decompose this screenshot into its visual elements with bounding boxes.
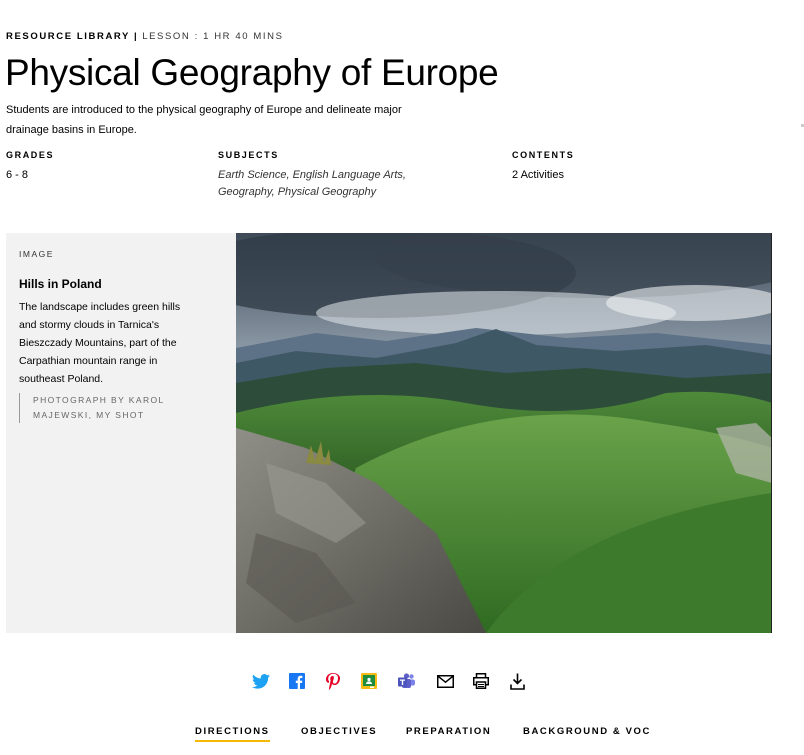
subjects-line-1: Earth Science, English Language Arts, <box>218 169 406 181</box>
facebook-icon[interactable] <box>286 670 308 692</box>
lesson-duration: LESSON : 1 HR 40 MINS <box>142 31 284 42</box>
tab-objectives[interactable]: OBJECTIVES <box>301 726 377 737</box>
grades-label: GRADES <box>6 150 55 160</box>
email-icon[interactable] <box>434 670 456 692</box>
download-icon[interactable] <box>506 670 528 692</box>
grades-value: 6 - 8 <box>6 169 29 181</box>
subjects-value: Earth Science, English Language Arts, Ge… <box>218 167 418 201</box>
contents-value: 2 Activities <box>512 169 564 181</box>
tab-directions[interactable]: DIRECTIONS <box>195 726 270 742</box>
hero-photo[interactable] <box>236 233 772 633</box>
subjects-label: SUBJECTS <box>218 150 279 160</box>
contents-label: CONTENTS <box>512 150 575 160</box>
caption-title: Hills in Poland <box>19 277 102 291</box>
caption-type: IMAGE <box>19 249 54 259</box>
lesson-tabs: DIRECTIONS OBJECTIVES PREPARATION BACKGR… <box>195 726 651 748</box>
pinterest-icon[interactable] <box>322 670 344 692</box>
resource-library-link[interactable]: RESOURCE LIBRARY <box>6 31 130 42</box>
print-icon[interactable] <box>470 670 492 692</box>
page-description: Students are introduced to the physical … <box>6 104 402 136</box>
image-caption-panel: IMAGE Hills in Poland The landscape incl… <box>6 233 236 633</box>
caption-text: The landscape includes green hills and s… <box>19 301 181 385</box>
tab-preparation[interactable]: PREPARATION <box>406 726 491 737</box>
microsoft-teams-icon[interactable] <box>396 670 418 692</box>
twitter-icon[interactable] <box>250 670 272 692</box>
tab-background-vocabulary[interactable]: BACKGROUND & VOCABULARY <box>523 726 651 737</box>
photo-credit: PHOTOGRAPH BY KAROL MAJEWSKI, MY SHOT <box>19 393 179 423</box>
breadcrumb-separator: | <box>133 31 139 42</box>
subjects-line-2: Geography, Physical Geography <box>218 186 377 198</box>
landscape-photo-illustration <box>236 233 771 633</box>
page-title: Physical Geography of Europe <box>5 52 499 93</box>
google-classroom-icon[interactable] <box>358 670 380 692</box>
breadcrumb: RESOURCE LIBRARY | LESSON : 1 HR 40 MINS <box>6 31 284 42</box>
